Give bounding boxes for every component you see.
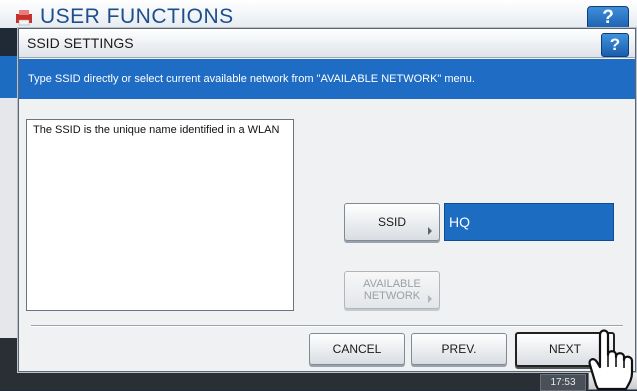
cancel-button[interactable]: CANCEL [309, 333, 405, 365]
dialog-title: SSID SETTINGS [27, 35, 134, 51]
dialog-help-button[interactable]: ? [601, 33, 629, 57]
dialog-title-bar: SSID SETTINGS ? [19, 29, 635, 58]
triangle-right-icon [428, 295, 432, 303]
available-network-label-line1: AVAILABLE [363, 278, 421, 290]
available-network-button[interactable]: AVAILABLE NETWORK [344, 271, 440, 309]
ssid-button-label: SSID [377, 215, 406, 229]
clock-display: 17:53 [540, 374, 586, 391]
app-header: USER FUNCTIONS ? [0, 0, 637, 30]
ssid-settings-dialog: SSID SETTINGS ? Type SSID directly or se… [18, 28, 636, 372]
app-help-button[interactable]: ? [587, 6, 629, 30]
ssid-button[interactable]: SSID [344, 203, 440, 241]
instruction-text: Type SSID directly or select current ava… [28, 73, 475, 85]
app-title: USER FUNCTIONS [40, 5, 234, 28]
instruction-banner: Type SSID directly or select current ava… [19, 59, 635, 99]
footer-divider [31, 325, 623, 327]
printer-logo-icon [16, 10, 32, 26]
ssid-value-field[interactable]: HQ [444, 203, 614, 241]
prev-button[interactable]: PREV. [411, 333, 507, 365]
available-network-label-line2: NETWORK [363, 290, 421, 302]
triangle-right-icon [428, 227, 432, 235]
description-box: The SSID is the unique name identified i… [26, 119, 294, 311]
hand-pointer-icon [588, 329, 634, 390]
